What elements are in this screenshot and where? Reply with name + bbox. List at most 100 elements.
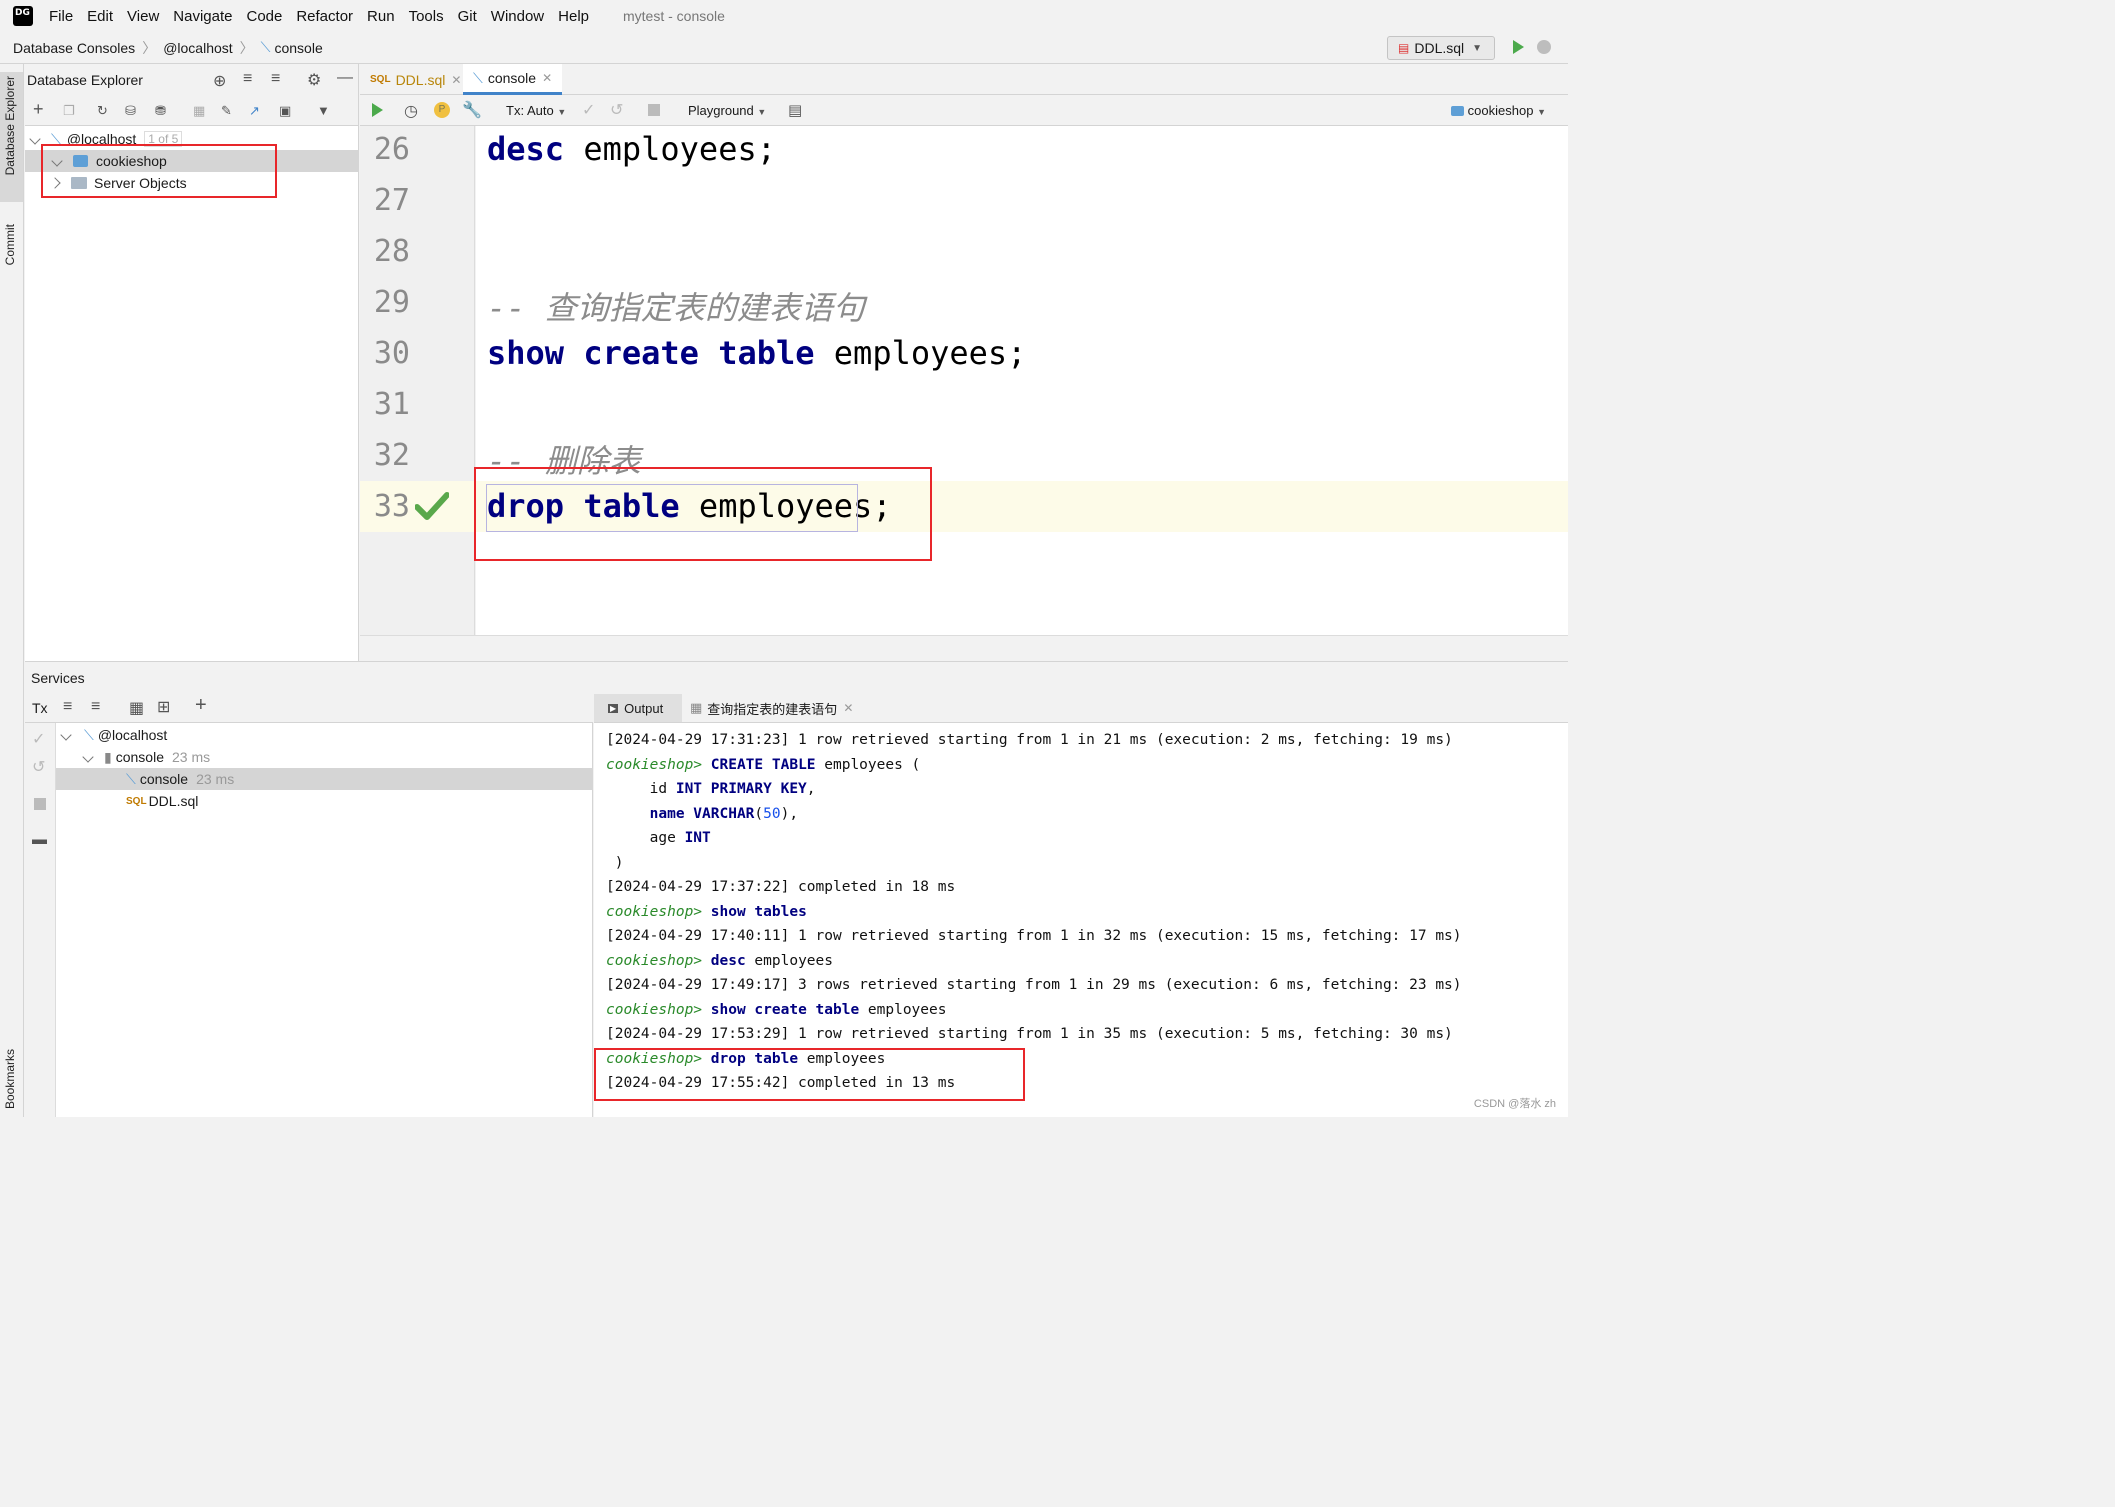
tab-console[interactable]: ⟍ console ✕: [463, 64, 563, 95]
crosshair-icon[interactable]: ⊕: [213, 71, 226, 91]
output-line: id INT PRIMARY KEY,: [606, 781, 816, 797]
services-item-console-session[interactable]: ▮ console 23 ms: [56, 746, 593, 768]
menu-code[interactable]: Code: [246, 8, 282, 25]
console-icon[interactable]: ▣: [279, 103, 295, 119]
collapse-all-icon[interactable]: ≡: [91, 698, 100, 716]
execute-icon[interactable]: [372, 103, 383, 117]
menu-file[interactable]: File: [49, 8, 73, 25]
output-line: cookieshop> desc employees: [606, 953, 833, 969]
menu-git[interactable]: Git: [458, 8, 477, 25]
output-console[interactable]: [2024-04-29 17:31:23] 1 row retrieved st…: [594, 723, 1568, 1117]
highlight-box: [41, 144, 277, 198]
services-item-ddl-sql[interactable]: SQL DDL.sql: [56, 790, 593, 812]
output-line: ): [606, 855, 624, 871]
services-item-localhost[interactable]: ⟍ @localhost: [56, 724, 593, 746]
close-icon[interactable]: ✕: [843, 701, 853, 715]
tool-tab-database-explorer[interactable]: Database Explorer: [3, 76, 17, 175]
tx-mode-select[interactable]: Tx: Auto ▼: [506, 103, 566, 118]
menu-help[interactable]: Help: [558, 8, 589, 25]
run-configuration-select[interactable]: ▤ DDL.sql ▼: [1387, 36, 1495, 60]
filter-icon[interactable]: ▼: [317, 103, 333, 119]
chevron-down-icon[interactable]: [82, 751, 94, 763]
tool-tab-commit[interactable]: Commit: [3, 224, 17, 265]
console-icon: ⟍: [260, 39, 271, 55]
table-icon: ▦: [690, 700, 703, 715]
commit-check-icon[interactable]: ✓: [582, 100, 595, 120]
debug-icon[interactable]: [1537, 40, 1551, 54]
edit-icon[interactable]: ✎: [221, 103, 237, 119]
minimize-icon[interactable]: —: [337, 69, 353, 87]
chevron-down-icon[interactable]: [29, 133, 41, 145]
schema-select[interactable]: cookieshop ▼: [1451, 103, 1546, 118]
new-tab-icon[interactable]: ⊞: [157, 697, 170, 717]
stop-icon[interactable]: [648, 104, 660, 116]
breadcrumb: Database Consoles 〉 @localhost 〉 ⟍ conso…: [0, 32, 1568, 64]
watermark: CSDN @落水 zh: [1473, 1098, 1556, 1110]
tool-tab-bookmarks[interactable]: Bookmarks: [3, 1049, 17, 1109]
services-title: Services: [31, 670, 85, 686]
sync-schema-icon[interactable]: ⛁: [125, 103, 141, 119]
jump-to-icon[interactable]: ↗: [249, 103, 265, 119]
breadcrumb-separator-icon: 〉: [142, 39, 157, 56]
menu-tools[interactable]: Tools: [409, 8, 444, 25]
expand-all-icon[interactable]: ≡: [63, 698, 72, 716]
tab-label: DDL.sql: [395, 71, 446, 88]
rollback-icon[interactable]: ↺: [32, 757, 45, 777]
run-icon[interactable]: [1513, 40, 1524, 54]
code-line-26: desc employees;: [487, 130, 776, 168]
tab-result-set[interactable]: ▦ 查询指定表的建表语句 ✕: [690, 694, 853, 722]
tab-output[interactable]: ▶ Output: [594, 694, 682, 722]
layout-icon[interactable]: ▬: [32, 831, 47, 848]
menu-window[interactable]: Window: [491, 8, 544, 25]
output-layout-icon[interactable]: ▤: [788, 101, 802, 119]
menu-refactor[interactable]: Refactor: [296, 8, 353, 25]
history-icon[interactable]: ◷: [404, 101, 418, 121]
sql-file-icon: SQL: [370, 74, 391, 85]
sql-file-icon: ▤: [1398, 41, 1410, 55]
chevron-down-icon[interactable]: [60, 729, 72, 741]
tree-item-label: DDL.sql: [148, 793, 199, 809]
tx-menu[interactable]: Tx: [32, 700, 48, 716]
breadcrumb-console[interactable]: console: [274, 40, 322, 56]
menu-run[interactable]: Run: [367, 8, 395, 25]
menu-edit[interactable]: Edit: [87, 8, 113, 25]
stop-icon[interactable]: [34, 798, 46, 810]
chevron-down-icon: ▼: [1537, 107, 1546, 117]
menu-view[interactable]: View: [127, 8, 159, 25]
editor-toolbar: ◷ P 🔧 Tx: Auto ▼ ✓ ↺ Playground ▼ ▤ cook…: [360, 95, 1568, 126]
output-tab-bar: ▶ Output ▦ 查询指定表的建表语句 ✕: [594, 694, 1568, 723]
expand-all-icon[interactable]: ≡: [243, 70, 252, 88]
line-number: 31: [373, 387, 410, 422]
add-service-icon[interactable]: +: [195, 694, 207, 717]
services-side-toolbar: ✓ ↺ ▬: [25, 723, 56, 1117]
table-icon[interactable]: ▦: [193, 103, 209, 119]
menu-navigate[interactable]: Navigate: [173, 8, 232, 25]
gear-icon[interactable]: ⚙: [307, 70, 321, 90]
breadcrumb-database-consoles[interactable]: Database Consoles: [13, 40, 135, 56]
execution-success-check-icon: [415, 492, 449, 520]
output-line: [2024-04-29 17:49:17] 3 rows retrieved s…: [606, 977, 1462, 993]
copy-icon[interactable]: ❐: [63, 103, 79, 119]
line-number: 33: [373, 489, 410, 524]
settings-wrench-icon[interactable]: 🔧: [462, 100, 482, 120]
add-icon[interactable]: +: [33, 99, 49, 119]
schema-label: cookieshop: [1467, 103, 1534, 118]
highlight-box: [594, 1048, 1025, 1101]
refresh-icon[interactable]: ↻: [97, 103, 113, 119]
run-configuration-label: DDL.sql: [1414, 40, 1465, 56]
close-icon[interactable]: ✕: [451, 73, 461, 87]
explain-plan-icon[interactable]: P: [434, 102, 450, 118]
breadcrumb-localhost[interactable]: @localhost: [163, 40, 232, 56]
services-item-console[interactable]: ⟍ console 23 ms: [56, 768, 593, 790]
database-stop-icon[interactable]: ⛃: [155, 103, 171, 119]
duration-text: 23 ms: [196, 771, 235, 787]
group-by-icon[interactable]: ▦: [129, 698, 144, 718]
rollback-icon[interactable]: ↺: [610, 100, 623, 120]
playground-select[interactable]: Playground ▼: [688, 103, 766, 118]
tab-ddl-sql[interactable]: SQL DDL.sql ✕: [360, 64, 471, 95]
playground-label: Playground: [688, 103, 754, 118]
collapse-all-icon[interactable]: ≡: [271, 70, 280, 88]
commit-check-icon[interactable]: ✓: [32, 729, 45, 749]
close-icon[interactable]: ✕: [542, 71, 552, 85]
database-explorer-panel: Database Explorer ⊕ ≡ ≡ ⚙ — + ❐ ↻ ⛁ ⛃ ▦ …: [25, 64, 359, 661]
